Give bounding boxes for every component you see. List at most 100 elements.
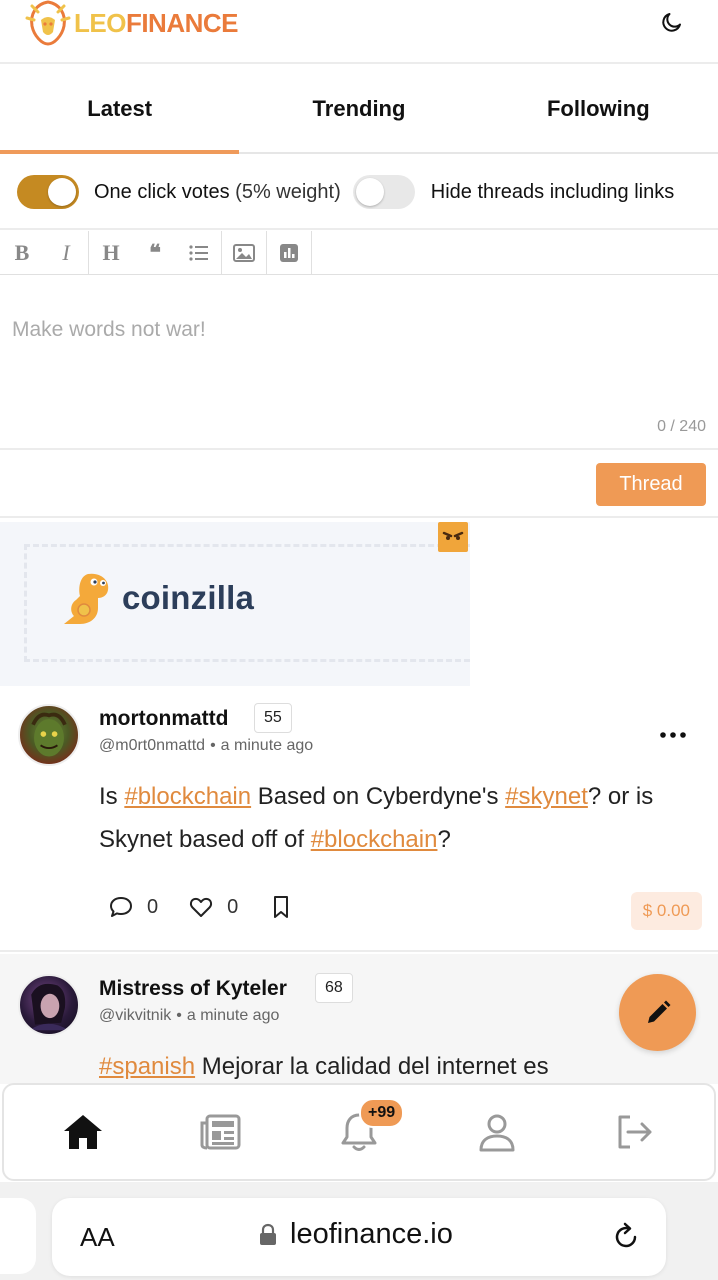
- nav-logout[interactable]: [605, 1102, 665, 1162]
- news-icon: [200, 1114, 241, 1150]
- hide-links-label: Hide threads including links: [430, 180, 675, 203]
- moon-icon[interactable]: [660, 10, 684, 34]
- ad-banner[interactable]: coinzilla: [0, 522, 470, 686]
- more-options-icon[interactable]: [660, 732, 686, 738]
- post-username[interactable]: mortonmattd: [99, 707, 229, 731]
- list-icon[interactable]: [177, 231, 221, 274]
- composer-actions: Thread: [0, 452, 718, 518]
- quote-glyph: ❝: [149, 239, 161, 265]
- hashtag-link[interactable]: #blockchain: [124, 783, 251, 810]
- thread-submit-button[interactable]: Thread: [596, 463, 706, 506]
- poll-icon[interactable]: [267, 231, 311, 274]
- one-click-votes-text: One click votes: [94, 180, 230, 203]
- feed-options: One click votes (5% weight) Hide threads…: [0, 156, 718, 230]
- post-time: a minute ago: [186, 1007, 280, 1024]
- app-header: LEOFINANCE: [0, 0, 718, 64]
- avatar-image: [29, 983, 69, 1031]
- tab-trending[interactable]: Trending: [239, 66, 478, 152]
- image-glyph: [233, 243, 255, 262]
- coinzilla-wordmark: coinzilla: [122, 579, 254, 616]
- comment-count: 0: [147, 895, 159, 918]
- char-counter: 0 / 240: [657, 418, 706, 435]
- comment-icon: [110, 897, 132, 917]
- lion-icon: [25, 0, 71, 46]
- logo-finance: FINANCE: [125, 8, 239, 38]
- avatar-image: [31, 712, 67, 757]
- hashtag-link[interactable]: #blockchain: [311, 826, 438, 853]
- heading-glyph: H: [102, 239, 120, 265]
- pencil-icon: [647, 1000, 670, 1023]
- text-size-button[interactable]: AA: [80, 1222, 115, 1253]
- bookmark-icon: [274, 896, 289, 918]
- url-display[interactable]: leofinance.io: [258, 1218, 453, 1251]
- meta-separator: •: [176, 1007, 182, 1024]
- coinzilla-logo: coinzilla: [58, 568, 254, 628]
- toolbar-divider: [311, 231, 312, 274]
- tab-following[interactable]: Following: [479, 66, 718, 152]
- lock-icon: [260, 1223, 276, 1245]
- poll-glyph: [280, 243, 298, 262]
- reputation-badge: 68: [315, 973, 353, 1003]
- post-body: Is #blockchain Based on Cyberdyne's #sky…: [99, 775, 690, 861]
- post-handle[interactable]: @vikvitnik: [99, 1007, 171, 1024]
- one-click-votes-toggle[interactable]: [17, 175, 79, 209]
- nav-profile[interactable]: [467, 1102, 527, 1162]
- heading-icon[interactable]: H: [89, 231, 133, 274]
- address-bar[interactable]: AA leofinance.io: [52, 1198, 666, 1276]
- post-body: #spanish Mejorar la calidad del internet…: [99, 1045, 690, 1088]
- bold-icon[interactable]: B: [0, 231, 44, 274]
- one-click-votes-weight: (5% weight): [235, 180, 341, 203]
- hashtag-link[interactable]: #skynet: [505, 783, 588, 810]
- thread-input[interactable]: [0, 276, 718, 448]
- post-username[interactable]: Mistress of Kyteler: [99, 977, 287, 1001]
- toggle-knob: [355, 178, 384, 206]
- previous-tab-preview[interactable]: [0, 1198, 36, 1274]
- post-actions: 0 0: [108, 894, 337, 920]
- post-text: Mejorar la calidad del internet es: [195, 1053, 549, 1080]
- thread-post: Mistress of Kyteler 68 @vikvitnik • a minu…: [0, 954, 718, 1084]
- leofinance-logo[interactable]: LEOFINANCE: [24, 0, 239, 46]
- nav-home[interactable]: [53, 1102, 113, 1162]
- nav-news[interactable]: [191, 1102, 251, 1162]
- post-meta: @m0rt0nmattd • a minute ago: [99, 737, 313, 755]
- tab-latest[interactable]: Latest: [0, 66, 240, 154]
- meta-separator: •: [210, 737, 216, 754]
- hashtag-link[interactable]: #spanish: [99, 1053, 195, 1080]
- toggle-knob: [48, 178, 76, 206]
- profile-icon: [479, 1114, 515, 1152]
- feed-tabs: Latest Trending Following: [0, 66, 718, 154]
- nav-notifications[interactable]: +99: [329, 1098, 405, 1162]
- logo-wordmark: LEOFINANCE: [74, 3, 239, 43]
- post-handle[interactable]: @m0rt0nmattd: [99, 737, 205, 754]
- bookmark-button[interactable]: [268, 894, 307, 920]
- list-glyph: [189, 244, 208, 261]
- avatar[interactable]: [18, 704, 80, 766]
- one-click-votes-label: One click votes (5% weight): [94, 181, 341, 204]
- image-icon[interactable]: [222, 231, 266, 274]
- post-meta: @vikvitnik • a minute ago: [99, 1007, 279, 1025]
- comment-button[interactable]: 0: [108, 894, 158, 920]
- reload-icon[interactable]: [610, 1220, 642, 1252]
- dinosaur-icon: [64, 573, 109, 624]
- bold-glyph: B: [14, 239, 30, 265]
- ad-badge-icon[interactable]: [438, 522, 468, 552]
- bottom-navigation: +99: [2, 1083, 716, 1181]
- post-time: a minute ago: [220, 737, 314, 754]
- editor-toolbar: B I H ❝: [0, 231, 718, 275]
- notification-count-badge: +99: [359, 1098, 405, 1128]
- like-button[interactable]: 0: [188, 894, 238, 920]
- quote-icon[interactable]: ❝: [133, 231, 177, 274]
- compose-button[interactable]: [619, 974, 696, 1051]
- italic-icon[interactable]: I: [44, 231, 88, 274]
- hide-links-toggle[interactable]: [352, 175, 415, 209]
- avatar[interactable]: [18, 974, 80, 1036]
- url-text: leofinance.io: [290, 1218, 453, 1250]
- post-text: Based on Cyberdyne's: [251, 783, 506, 810]
- like-count: 0: [227, 895, 239, 918]
- reputation-badge: 55: [254, 703, 292, 733]
- thread-post: mortonmattd 55 @m0rt0nmattd • a minute ago…: [0, 690, 718, 952]
- logout-icon: [618, 1115, 652, 1149]
- payout-badge[interactable]: $ 0.00: [630, 892, 702, 930]
- ad-face-glyph: [442, 531, 464, 540]
- italic-glyph: I: [62, 239, 70, 265]
